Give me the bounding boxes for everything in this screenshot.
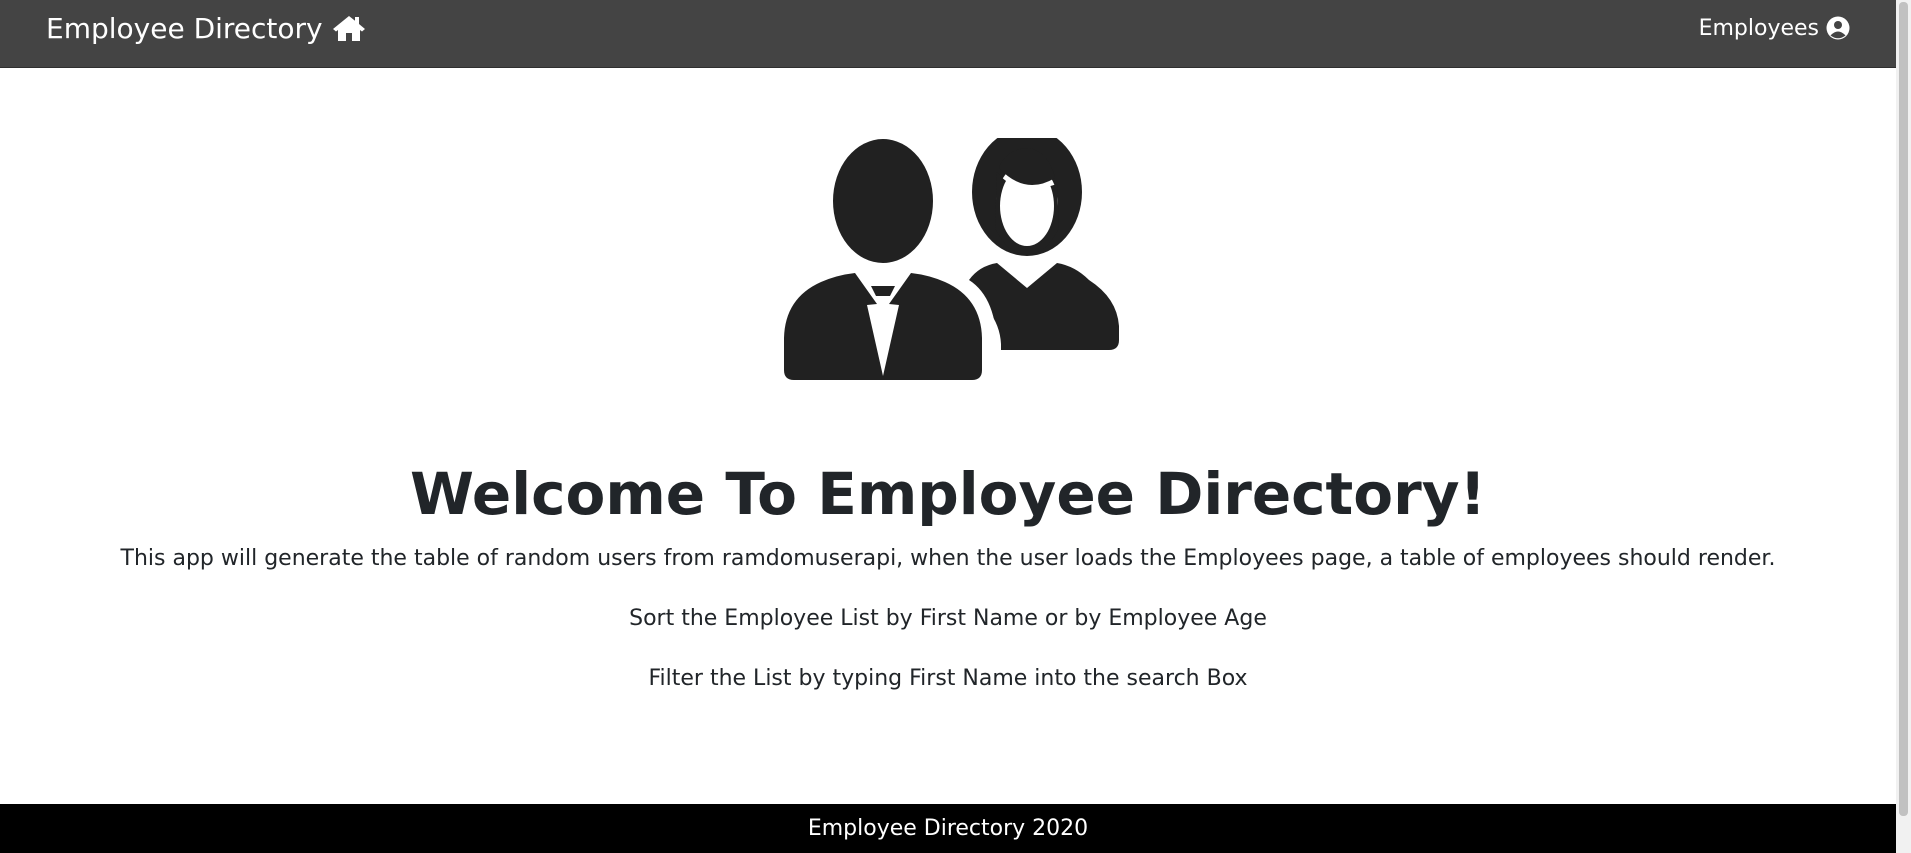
brand-label: Employee Directory (46, 11, 323, 45)
user-circle-icon (1826, 16, 1850, 40)
brand-link[interactable]: Employee Directory (46, 8, 366, 48)
employees-link[interactable]: Employees (1699, 10, 1850, 46)
hero-illustration (0, 138, 1896, 384)
filter-note: Filter the List by typing First Name int… (648, 666, 1248, 691)
page: Employee Directory Employees Welcome To … (0, 0, 1896, 853)
page-title: Welcome To Employee Directory! (410, 460, 1486, 528)
employees-label: Employees (1698, 15, 1819, 41)
footer-text: Employee Directory 2020 (807, 816, 1089, 841)
navbar: Employee Directory Employees (0, 0, 1896, 68)
home-icon (332, 14, 366, 42)
vertical-scrollbar[interactable] (1896, 0, 1911, 853)
sort-note: Sort the Employee List by First Name or … (629, 606, 1267, 631)
app-description: This app will generate the table of rand… (120, 546, 1776, 571)
footer: Employee Directory 2020 (0, 804, 1896, 853)
scrollbar-thumb[interactable] (1899, 2, 1908, 816)
users-icon (773, 138, 1119, 380)
